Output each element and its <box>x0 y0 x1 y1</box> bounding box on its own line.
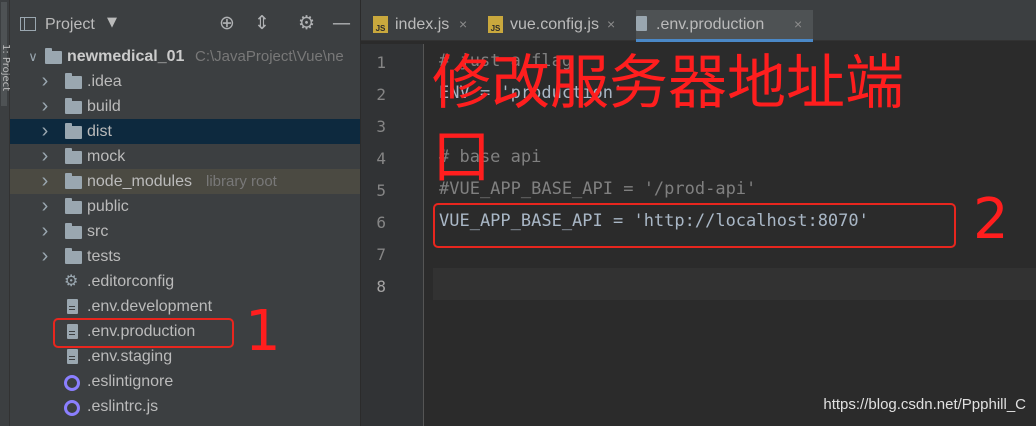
file-icon <box>67 299 78 314</box>
chevron-right-icon[interactable]: › <box>38 69 52 94</box>
line-number: 2 <box>376 85 386 104</box>
project-window-icon <box>20 17 36 31</box>
tree-item-label: .eslintrc.js <box>87 398 159 415</box>
line-number: 5 <box>376 181 386 200</box>
tree-item-label: node_modules <box>87 173 192 190</box>
project-panel: Project ▼ ⊕ ⇕ ⚙ — ∨ newmedical_01 C:\JavaP… <box>10 0 361 426</box>
eslint-icon <box>64 400 80 416</box>
folder-icon <box>45 48 62 64</box>
tree-item[interactable]: .env.development <box>10 294 360 319</box>
tree-item[interactable]: ⚙ .editorconfig <box>10 269 360 294</box>
line-number: 7 <box>376 245 386 264</box>
file-icon <box>67 349 78 364</box>
tree-item-label: newmedical_01 <box>67 48 185 65</box>
line-number: 8 <box>376 277 386 296</box>
collapse-all-icon[interactable]: ⇕ <box>254 12 270 34</box>
tab-label: vue.config.js <box>510 16 599 33</box>
tab-label: index.js <box>395 16 450 33</box>
tree-item-label: src <box>87 223 109 240</box>
locate-icon[interactable]: ⊕ <box>219 12 235 34</box>
tree-item[interactable]: › public <box>10 194 360 219</box>
tree-item-extra: C:\JavaProject\Vue\ne <box>195 48 344 65</box>
folder-icon <box>65 223 82 239</box>
folder-icon <box>65 248 82 264</box>
tree-item-label: mock <box>87 148 126 165</box>
close-icon[interactable]: × <box>607 16 615 32</box>
chevron-right-icon[interactable]: › <box>38 244 52 269</box>
annotation-number-1: 1 <box>245 299 281 364</box>
chevron-down-icon[interactable]: ∨ <box>26 44 40 69</box>
annotation-number-2: 2 <box>973 187 1009 252</box>
folder-icon <box>65 173 82 189</box>
tree-item-label: dist <box>87 123 112 140</box>
close-icon[interactable]: × <box>459 16 467 32</box>
env-file-icon <box>636 16 647 31</box>
tree-item-label: .editorconfig <box>87 273 175 290</box>
tree-item[interactable]: .eslintrc.js <box>10 394 360 419</box>
folder-icon <box>65 98 82 114</box>
editor-tab[interactable]: JS vue.config.js × <box>488 10 626 42</box>
annotation-heading: 修改服务器地址端 <box>432 48 905 117</box>
tree-item-label: .idea <box>87 73 122 90</box>
chevron-right-icon[interactable]: › <box>38 94 52 119</box>
tree-item[interactable]: › .idea <box>10 69 360 94</box>
tree-item-label: .env.development <box>87 298 213 315</box>
chevron-right-icon[interactable]: › <box>38 219 52 244</box>
chevron-right-icon[interactable]: › <box>38 169 52 194</box>
chevron-right-icon[interactable]: › <box>38 119 52 144</box>
hide-icon[interactable]: — <box>332 12 351 34</box>
tree-item[interactable]: › tests <box>10 244 360 269</box>
chevron-right-icon[interactable]: › <box>38 144 52 169</box>
folder-icon <box>65 198 82 214</box>
line-number-gutter: 1 2 3 4 5 6 7 8 <box>361 44 424 426</box>
tree-item-label: .eslintignore <box>87 373 174 390</box>
tree-item[interactable]: .eslintignore <box>10 369 360 394</box>
tree-item[interactable]: › node_modules library root <box>10 169 360 194</box>
project-panel-header: Project ▼ ⊕ ⇕ ⚙ — <box>10 0 360 40</box>
tree-item[interactable]: › dist <box>10 119 360 144</box>
js-file-icon: JS <box>488 16 503 33</box>
tree-item[interactable]: ∨ newmedical_01 C:\JavaProject\Vue\ne <box>10 44 360 69</box>
folder-icon <box>65 148 82 164</box>
editor-tab-bar: JS index.js × JS vue.config.js × .env.producti… <box>361 0 1036 42</box>
tree-item-extra: library root <box>206 173 277 190</box>
js-file-icon: JS <box>373 16 388 33</box>
tree-item-label: build <box>87 98 121 115</box>
close-icon[interactable]: × <box>794 16 802 32</box>
line-number: 6 <box>376 213 386 232</box>
highlight-box-base-api <box>433 203 956 248</box>
gear-icon: ⚙ <box>64 273 79 290</box>
line-number: 1 <box>376 53 386 72</box>
gear-icon[interactable]: ⚙ <box>298 12 315 34</box>
annotation-heading-continued: 口 <box>432 122 492 191</box>
tree-item-label: public <box>87 198 129 215</box>
current-line-highlight <box>433 268 1036 300</box>
tree-item[interactable]: › mock <box>10 144 360 169</box>
folder-icon <box>65 123 82 139</box>
eslint-icon <box>64 375 80 391</box>
watermark: https://blog.csdn.net/Ppphill_C <box>823 396 1026 413</box>
line-number: 4 <box>376 149 386 168</box>
folder-icon <box>65 73 82 89</box>
chevron-right-icon[interactable]: › <box>38 194 52 219</box>
project-view-selector[interactable]: Project <box>45 16 95 34</box>
tool-window-strip: 1: Project <box>0 0 11 426</box>
chevron-down-icon[interactable]: ▼ <box>107 15 117 30</box>
tree-item-label: tests <box>87 248 121 265</box>
highlight-box-env-production <box>53 318 234 348</box>
editor-tab[interactable]: JS index.js × <box>373 10 478 42</box>
line-number: 3 <box>376 117 386 136</box>
tree-item[interactable]: › build <box>10 94 360 119</box>
tab-label: .env.production <box>656 16 765 33</box>
editor-tab[interactable]: .env.production × <box>636 10 813 42</box>
tree-item[interactable]: › src <box>10 219 360 244</box>
